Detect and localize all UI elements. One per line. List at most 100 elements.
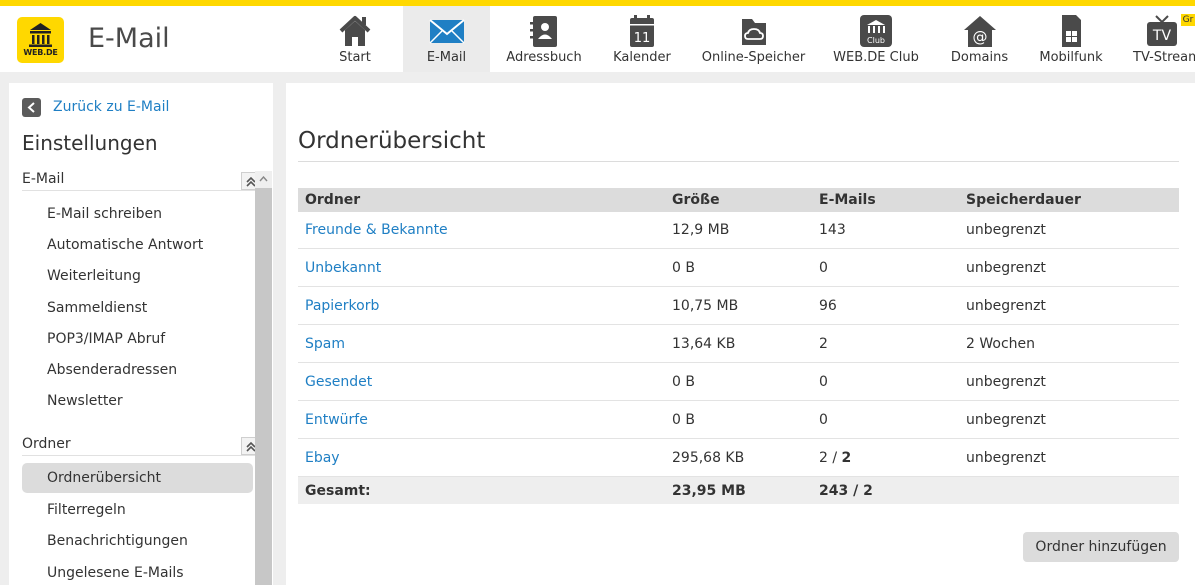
folder-link-spam[interactable]: Spam xyxy=(305,325,345,362)
logo-text: WEB.DE xyxy=(23,48,58,57)
folder-link-papierkorb[interactable]: Papierkorb xyxy=(305,287,379,324)
back-link-text[interactable]: Zurück zu E-Mail xyxy=(53,99,169,115)
sidebar-item-pop3-imap[interactable]: POP3/IMAP Abruf xyxy=(22,324,253,354)
calendar-day: 11 xyxy=(634,31,651,46)
nav-online-speicher[interactable]: Online-Speicher xyxy=(696,6,811,72)
tv-icon-text: TV xyxy=(1151,28,1171,44)
back-to-email-link[interactable]: Zurück zu E-Mail xyxy=(22,97,169,117)
nav-email[interactable]: E-Mail xyxy=(403,6,490,72)
envelope-icon xyxy=(428,19,465,44)
table-row: Freunde & Bekannte 12,9 MB 143 unbegrenz… xyxy=(298,212,1179,249)
title-divider xyxy=(298,161,1179,162)
column-header-emails: E-Mails xyxy=(819,192,876,208)
sim-card-icon xyxy=(1062,15,1081,47)
at-house-icon: @ xyxy=(963,16,996,47)
domains-icon-text: @ xyxy=(972,28,987,46)
sidebar-item-benachrichtigungen[interactable]: Benachrichtigungen xyxy=(22,526,253,556)
folder-link-entwuerfe[interactable]: Entwürfe xyxy=(305,401,368,438)
folder-email-count: 0 xyxy=(819,411,828,428)
section-label: Ordner xyxy=(22,436,71,452)
sidebar-item-ordneruebersicht[interactable]: Ordnerübersicht xyxy=(22,463,253,493)
page-title: Ordnerübersicht xyxy=(298,128,486,154)
settings-sidebar: Zurück zu E-Mail Einstellungen E-Mail E-… xyxy=(9,83,273,585)
email-total-count: 2 xyxy=(819,449,828,466)
nav-label: Kalender xyxy=(613,50,671,65)
club-icon-text: Club xyxy=(867,36,885,45)
folder-link-freunde-bekannte[interactable]: Freunde & Bekannte xyxy=(305,212,448,248)
total-size: 23,95 MB xyxy=(672,482,746,499)
folder-size: 10,75 MB xyxy=(672,297,739,314)
folder-email-count: 2 / 2 xyxy=(819,449,852,466)
folder-size: 0 B xyxy=(672,259,695,276)
table-row: Spam 13,64 KB 2 2 Wochen xyxy=(298,325,1179,363)
folder-retention: unbegrenzt xyxy=(966,411,1046,428)
folder-email-count: 143 xyxy=(819,222,846,238)
folder-overview-panel: Ordnerübersicht Ordner Größe E-Mails Spe… xyxy=(286,83,1195,585)
folder-link-unbekannt[interactable]: Unbekannt xyxy=(305,249,381,286)
folder-link-gesendet[interactable]: Gesendet xyxy=(305,363,372,400)
sidebar-item-absenderadressen[interactable]: Absenderadressen xyxy=(22,355,253,385)
nav-start[interactable]: Start xyxy=(317,6,393,72)
add-folder-button[interactable]: Ordner hinzufügen xyxy=(1023,532,1179,562)
total-label: Gesamt: xyxy=(305,482,371,499)
calendar-icon: 11 xyxy=(630,15,654,47)
table-row: Entwürfe 0 B 0 unbegrenzt xyxy=(298,401,1179,439)
total-emails: 243 / 2 xyxy=(819,482,873,499)
sidebar-scrollbar[interactable] xyxy=(255,171,272,585)
folder-email-count: 0 xyxy=(819,259,828,276)
sidebar-item-filterregeln[interactable]: Filterregeln xyxy=(22,495,253,525)
nav-kalender[interactable]: 11 Kalender xyxy=(600,6,684,72)
address-book-icon xyxy=(530,16,557,47)
table-row: Papierkorb 10,75 MB 96 unbegrenzt xyxy=(298,287,1179,325)
sidebar-item-newsletter[interactable]: Newsletter xyxy=(22,386,253,416)
sidebar-item-ungelesene-emails[interactable]: Ungelesene E-Mails xyxy=(22,558,253,585)
email-unread-count: 2 xyxy=(841,449,852,466)
caret-up-icon xyxy=(259,176,268,182)
table-total-row: Gesamt: 23,95 MB 243 / 2 xyxy=(298,477,1179,504)
nav-domains[interactable]: @ Domains xyxy=(942,6,1017,72)
sidebar-item-weiterleitung[interactable]: Weiterleitung xyxy=(22,261,253,291)
nav-adressbuch[interactable]: Adressbuch xyxy=(500,6,588,72)
cloud-icon xyxy=(741,19,766,45)
nav-label: Online-Speicher xyxy=(701,50,806,65)
back-button[interactable] xyxy=(22,97,41,117)
column-header-ordner: Ordner xyxy=(305,192,361,208)
app-title: E-Mail xyxy=(88,23,170,54)
folder-retention: unbegrenzt xyxy=(966,449,1046,466)
section-email: E-Mail xyxy=(22,167,259,191)
club-icon: Club xyxy=(860,15,892,47)
folder-email-count: 0 xyxy=(819,373,828,390)
nav-mobilfunk[interactable]: Mobilfunk xyxy=(1032,6,1110,72)
folder-size: 0 B xyxy=(672,411,695,428)
settings-title: Einstellungen xyxy=(22,131,158,155)
table-row: Ebay 295,68 KB 2 / 2 unbegrenzt xyxy=(298,439,1179,477)
folder-size: 13,64 KB xyxy=(672,335,736,352)
sidebar-item-automatische-antwort[interactable]: Automatische Antwort xyxy=(22,230,253,260)
section-ordner: Ordner xyxy=(22,432,259,456)
nav-webde-club[interactable]: Club WEB.DE Club xyxy=(826,6,926,72)
section-label: E-Mail xyxy=(22,171,65,187)
scroll-up-button[interactable] xyxy=(255,171,272,188)
sidebar-item-sammeldienst[interactable]: Sammeldienst xyxy=(22,293,253,323)
folder-link-ebay[interactable]: Ebay xyxy=(305,439,340,476)
nav-tv-stream[interactable]: TV Gr TV-Stream xyxy=(1126,6,1195,72)
house-icon xyxy=(339,16,371,46)
nav-label: Start xyxy=(339,50,371,65)
table-row: Gesendet 0 B 0 unbegrenzt xyxy=(298,363,1179,401)
header-bar: WEB.DE E-Mail Start E-Mail Adressbuch 11… xyxy=(0,6,1195,72)
column-header-speicherdauer: Speicherdauer xyxy=(966,192,1081,208)
chevron-left-icon xyxy=(27,101,35,113)
tv-stream-badge: Gr xyxy=(1181,14,1195,26)
nav-label: WEB.DE Club xyxy=(833,50,919,65)
nav-label: Adressbuch xyxy=(506,50,582,65)
tv-icon: TV xyxy=(1146,15,1177,46)
folder-retention: unbegrenzt xyxy=(966,222,1046,238)
folder-retention: 2 Wochen xyxy=(966,335,1036,352)
nav-label: E-Mail xyxy=(426,50,467,65)
column-header-groesse: Größe xyxy=(672,192,720,208)
folder-size: 295,68 KB xyxy=(672,449,745,466)
webde-logo[interactable]: WEB.DE xyxy=(17,17,64,63)
nav-label: TV-Stream xyxy=(1133,50,1195,65)
sidebar-item-email-schreiben[interactable]: E-Mail schreiben xyxy=(22,199,253,229)
folder-retention: unbegrenzt xyxy=(966,259,1046,276)
